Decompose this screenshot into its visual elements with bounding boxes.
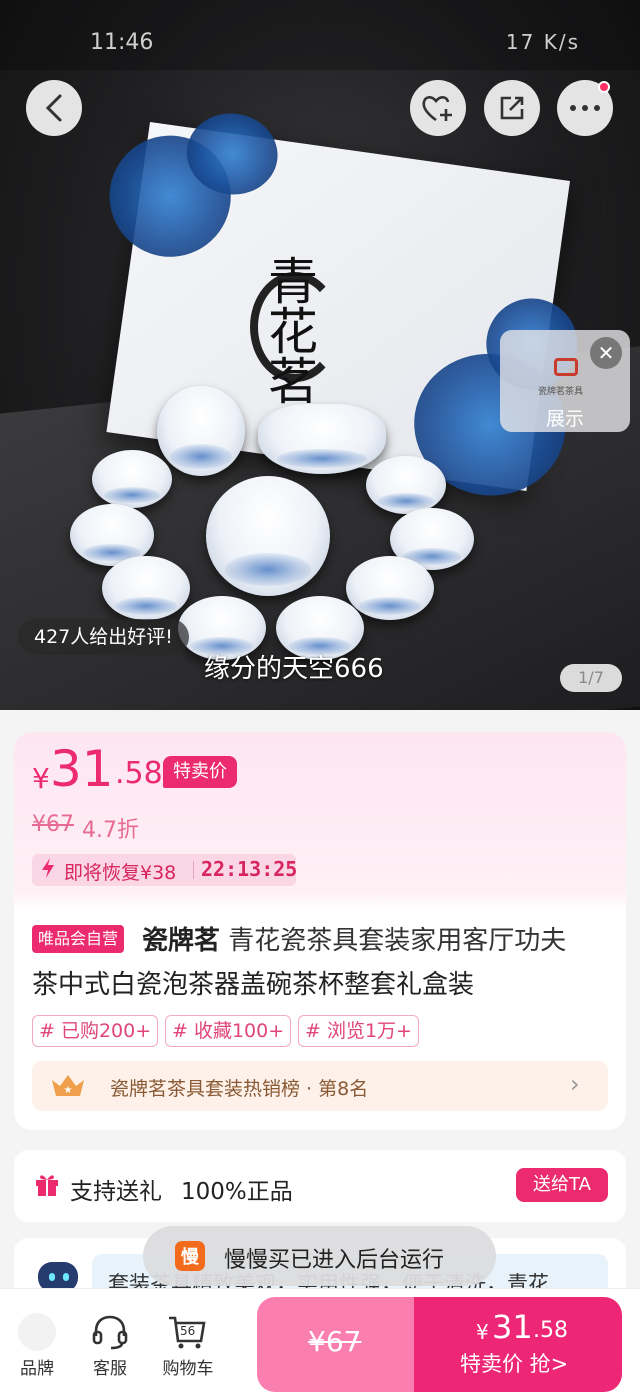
danmaku-comment: 缘分的天空666 bbox=[204, 654, 384, 684]
price-currency: ¥ bbox=[32, 762, 50, 795]
share-icon bbox=[500, 96, 524, 120]
notification-dot bbox=[598, 81, 610, 93]
product-image-gallery[interactable]: 青花茗 11:46 17 K/s 瓷牌茗茶具 展示 ✕ 427人给出好评! 缘分… bbox=[0, 0, 640, 710]
genuine-guarantee-text: 100%正品 bbox=[181, 1179, 293, 1205]
product-title-line1: 瓷牌茗 青花瓷茶具套装家用客厅功夫 bbox=[142, 920, 566, 957]
hot-sales-rank-text: 瓷牌茗茶具套装热销榜 · 第8名 bbox=[110, 1078, 369, 1100]
price-integer: 31 bbox=[50, 740, 114, 798]
gaiwan bbox=[206, 476, 330, 596]
product-brand: 瓷牌茗 bbox=[142, 926, 221, 956]
status-bar: 11:46 17 K/s bbox=[0, 0, 640, 70]
stat-tag-favorites: # 收藏100+ bbox=[165, 1015, 292, 1047]
cart-count-badge: 56 bbox=[180, 1324, 196, 1338]
brand-logo-icon bbox=[18, 1313, 56, 1351]
gift-icon bbox=[36, 1175, 58, 1196]
more-dots-icon bbox=[570, 105, 600, 111]
favorite-button[interactable] bbox=[410, 80, 466, 136]
countdown-timer: 22:13:25 bbox=[201, 857, 298, 881]
original-price: ¥67 bbox=[32, 812, 74, 837]
image-page-indicator: 1/7 bbox=[560, 664, 622, 692]
buy-price-decimal: .58 bbox=[533, 1318, 568, 1343]
stat-tag-purchased: # 已购200+ bbox=[32, 1015, 159, 1047]
shop-logo-icon bbox=[554, 358, 578, 376]
cart-label: 购物车 bbox=[162, 1359, 214, 1379]
customer-service-tab[interactable] bbox=[90, 1312, 130, 1352]
robot-eye bbox=[49, 1273, 55, 1281]
shop-showcase-label: 展示 bbox=[545, 408, 584, 430]
customer-service-label: 客服 bbox=[93, 1359, 127, 1379]
app-icon: 慢 bbox=[175, 1241, 205, 1271]
chevron-right-icon: › bbox=[570, 1070, 580, 1098]
send-to-ta-button[interactable]: 送给TA bbox=[516, 1168, 608, 1202]
buy-price-integer: 31 bbox=[492, 1308, 533, 1346]
shop-logo-text: 瓷牌茗茶具 bbox=[538, 387, 584, 397]
buy-original-price: ¥67 bbox=[308, 1325, 362, 1358]
toast-message: 慢慢买已进入后台运行 bbox=[224, 1248, 445, 1273]
review-count-badge[interactable]: 427人给出好评! bbox=[18, 619, 189, 655]
back-button[interactable] bbox=[26, 80, 82, 136]
teacup bbox=[92, 450, 172, 508]
teacup bbox=[346, 556, 434, 620]
restore-price-text: 即将恢复¥38 bbox=[64, 862, 177, 884]
product-title-text: 青花瓷茶具套装家用客厅功夫 bbox=[220, 926, 567, 956]
vip-self-operated-tag: 唯品会自营 bbox=[32, 925, 125, 953]
teacup bbox=[258, 404, 386, 474]
special-price-tag: 特卖价 bbox=[163, 756, 237, 788]
robot-eye bbox=[63, 1273, 69, 1281]
share-button[interactable] bbox=[484, 80, 540, 136]
teacup bbox=[102, 556, 190, 620]
stat-tag-views: # 浏览1万+ bbox=[298, 1015, 419, 1047]
support-gift-text: 支持送礼 bbox=[70, 1179, 162, 1205]
status-time: 11:46 bbox=[90, 30, 154, 55]
crown-icon: ★ bbox=[52, 1075, 84, 1096]
close-icon[interactable]: ✕ bbox=[590, 337, 622, 369]
lightning-icon bbox=[40, 857, 56, 884]
status-net-speed: 17 K/s bbox=[505, 30, 580, 54]
brand-tab-label: 品牌 bbox=[20, 1359, 54, 1379]
divider bbox=[193, 861, 194, 879]
svg-text:★: ★ bbox=[64, 1085, 73, 1096]
box-title-text: 青花茗 bbox=[260, 255, 318, 405]
product-title-line2: 茶中式白瓷泡茶器盖碗茶杯整套礼盒装 bbox=[32, 970, 475, 1000]
discount-rate: 4.7折 bbox=[82, 818, 139, 843]
heart-plus-icon bbox=[422, 96, 452, 122]
headset-icon bbox=[92, 1315, 128, 1350]
teacup bbox=[366, 456, 446, 514]
brand-tab[interactable] bbox=[17, 1312, 57, 1352]
chevron-left-icon bbox=[45, 94, 62, 122]
buy-currency: ¥ bbox=[476, 1320, 489, 1344]
buy-now-label: 特卖价 抢> bbox=[460, 1352, 569, 1376]
teacup bbox=[157, 386, 245, 476]
price-decimal: .58 bbox=[115, 756, 163, 791]
